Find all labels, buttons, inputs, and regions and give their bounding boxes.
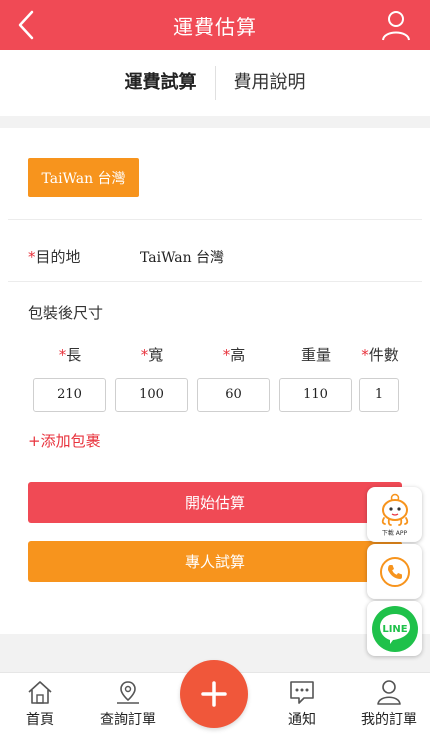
page-title: 運費估算 [173, 14, 257, 39]
tab-shipping-estimate[interactable]: 運費試算 [107, 66, 215, 100]
add-fab-button[interactable] [180, 660, 248, 728]
width-input[interactable]: 100 [115, 378, 188, 412]
assisted-estimate-button[interactable]: 專人試算 [28, 541, 402, 582]
add-package-link[interactable]: +添加包裹 [28, 430, 101, 451]
height-label: *高 [222, 346, 246, 364]
tab-fee-description[interactable]: 費用說明 [216, 66, 324, 100]
user-profile-icon[interactable] [380, 9, 412, 41]
weight-label: 重量 [300, 346, 331, 364]
weight-input[interactable]: 110 [279, 378, 352, 412]
divider [8, 219, 422, 220]
divider [8, 281, 422, 282]
width-label: *寬 [140, 346, 164, 364]
start-estimate-button[interactable]: 開始估算 [28, 482, 402, 523]
origin-country-button[interactable]: TaiWan 台灣 [28, 158, 139, 197]
phone-icon [379, 556, 410, 587]
download-app-caption: 下載 APP [381, 529, 408, 537]
package-size-label: 包裝後尺寸 [28, 304, 104, 322]
nav-notifications-label: 通知 [288, 712, 316, 728]
user-icon [377, 680, 401, 705]
destination-value[interactable]: TaiWan 台灣 [140, 247, 224, 267]
nav-home-label: 首頁 [26, 712, 54, 728]
line-chat-button[interactable]: LINE [367, 601, 422, 656]
nav-order-lookup[interactable]: 查詢訂單 [93, 679, 163, 729]
nav-my-orders[interactable]: 我的訂單 [354, 679, 424, 729]
header-bar: 運費估算 [0, 0, 430, 50]
quantity-input[interactable]: 1 [359, 378, 399, 412]
height-input[interactable]: 60 [197, 378, 270, 412]
phone-call-button[interactable] [367, 544, 422, 599]
nav-order-lookup-label: 查詢訂單 [100, 712, 156, 728]
nav-home[interactable]: 首頁 [5, 679, 75, 729]
location-pin-icon [117, 681, 139, 704]
plus-icon [201, 681, 227, 707]
length-input[interactable]: 210 [33, 378, 106, 412]
nav-notifications[interactable]: 通知 [267, 679, 337, 729]
nav-my-orders-label: 我的訂單 [361, 712, 417, 728]
quantity-label: *件數 [361, 346, 399, 364]
back-arrow-icon[interactable] [12, 8, 42, 42]
estimate-form: TaiWan 台灣 *目的地 TaiWan 台灣 包裝後尺寸 *長 *寬 *高 … [0, 128, 430, 634]
line-logo-icon: LINE [371, 605, 418, 652]
home-icon [28, 681, 52, 704]
line-logo-text: LINE [382, 624, 407, 635]
tab-bar: 運費試算 費用說明 [0, 50, 430, 116]
octopus-mascot-icon [381, 493, 408, 526]
chat-bubble-icon [290, 681, 314, 704]
required-mark: * [28, 248, 36, 266]
download-app-button[interactable]: 下載 APP [367, 487, 422, 542]
length-label: *長 [58, 346, 82, 364]
destination-label: *目的地 [28, 248, 81, 266]
